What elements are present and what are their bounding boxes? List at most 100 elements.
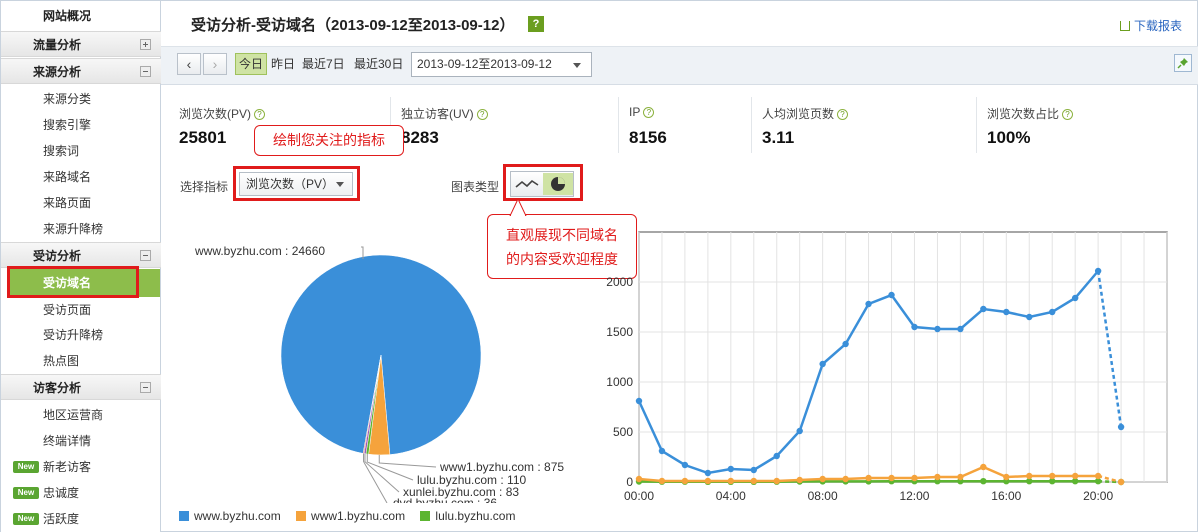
sidebar-section-visited[interactable]: 受访分析 <box>1 242 161 268</box>
data-point[interactable] <box>750 466 757 474</box>
data-point[interactable] <box>957 473 964 481</box>
data-point[interactable] <box>727 465 735 473</box>
sidebar-item-terminal[interactable]: 终端详情 <box>1 428 161 454</box>
sidebar-item-source-category[interactable]: 来源分类 <box>1 86 161 112</box>
data-point[interactable] <box>819 360 826 368</box>
period-yesterday[interactable]: 昨日 <box>268 53 298 75</box>
data-point[interactable] <box>980 478 987 485</box>
data-point[interactable] <box>934 325 941 333</box>
prev-date-button[interactable]: ‹ <box>177 53 201 75</box>
data-point[interactable] <box>1094 472 1102 480</box>
next-date-button[interactable]: › <box>203 53 227 75</box>
data-point[interactable] <box>888 474 895 482</box>
data-point[interactable] <box>727 477 735 485</box>
data-point[interactable] <box>796 427 803 435</box>
data-point[interactable] <box>819 475 826 483</box>
help-icon[interactable]: ? <box>254 109 266 120</box>
help-icon[interactable]: ? <box>1062 109 1074 120</box>
data-point[interactable] <box>704 477 712 485</box>
data-point[interactable] <box>750 477 757 485</box>
data-point[interactable] <box>1094 267 1102 275</box>
data-point[interactable] <box>1026 472 1033 480</box>
data-point[interactable] <box>1026 313 1033 321</box>
data-point[interactable] <box>865 474 872 482</box>
y-tick-label: 1500 <box>606 325 633 339</box>
collapse-icon[interactable] <box>140 66 151 77</box>
data-point[interactable] <box>911 474 918 482</box>
data-point[interactable] <box>773 477 780 485</box>
data-point[interactable] <box>1117 478 1125 486</box>
data-point[interactable] <box>957 325 964 333</box>
sidebar-item-overview[interactable]: 网站概况 <box>1 3 161 29</box>
data-point[interactable] <box>980 305 987 313</box>
data-point[interactable] <box>1049 308 1056 316</box>
sidebar-item-region[interactable]: 地区运营商 <box>1 402 161 428</box>
sidebar-item-referrer-page[interactable]: 来路页面 <box>1 190 161 216</box>
expand-icon[interactable] <box>140 39 151 50</box>
highlight-box <box>503 164 583 201</box>
data-point[interactable] <box>1071 294 1079 302</box>
data-point[interactable] <box>658 477 666 485</box>
data-point[interactable] <box>658 447 666 455</box>
download-label: 下载报表 <box>1133 19 1182 33</box>
period-last-30-days[interactable]: 最近30日 <box>351 53 406 75</box>
legend-item[interactable]: www1.byzhu.com <box>296 509 405 523</box>
pie-data-label: www.byzhu.com : 24660 <box>194 244 325 258</box>
x-tick-label: 20:00 <box>1083 489 1113 503</box>
data-point[interactable] <box>1071 472 1079 480</box>
data-point[interactable] <box>773 452 780 460</box>
period-today[interactable]: 今日 <box>235 53 268 75</box>
metric-uv: 独立访客(UV)? 8283 <box>391 97 619 153</box>
callout-pointer <box>509 199 527 216</box>
data-point[interactable] <box>911 323 918 331</box>
sidebar-item-visited-ranking[interactable]: 受访升降榜 <box>1 322 161 348</box>
legend-item[interactable]: lulu.byzhu.com <box>420 509 515 523</box>
sidebar-item-heatmap[interactable]: 热点图 <box>1 348 161 374</box>
help-icon[interactable]: ? <box>643 107 655 118</box>
data-point[interactable] <box>980 463 987 471</box>
sidebar-item-new-returning[interactable]: New 新老访客 <box>1 454 161 480</box>
data-point[interactable] <box>1049 472 1056 480</box>
collapse-icon[interactable] <box>140 250 151 261</box>
pin-button[interactable] <box>1174 54 1192 72</box>
sidebar-item-activity[interactable]: New 活跃度 <box>1 506 161 532</box>
help-icon[interactable]: ? <box>476 109 488 120</box>
download-report-link[interactable]: 下载报表 <box>1119 17 1182 34</box>
data-point[interactable] <box>681 461 689 469</box>
help-icon[interactable]: ? <box>837 109 849 120</box>
data-point[interactable] <box>1117 423 1125 431</box>
legend-item[interactable]: www.byzhu.com <box>179 509 281 523</box>
sidebar-item-source-ranking[interactable]: 来源升降榜 <box>1 216 161 242</box>
data-point[interactable] <box>1003 473 1010 481</box>
data-point[interactable] <box>888 291 895 299</box>
date-range-value: 2013-09-12至2013-09-12 <box>417 57 552 71</box>
data-point[interactable] <box>934 473 941 481</box>
period-last-7-days[interactable]: 最近7日 <box>299 53 348 75</box>
data-point[interactable] <box>865 300 872 308</box>
new-badge: New <box>13 513 39 525</box>
date-range-select[interactable]: 2013-09-12至2013-09-12 <box>411 52 592 77</box>
data-point[interactable] <box>635 397 643 405</box>
sidebar-item-visited-page[interactable]: 受访页面 <box>1 297 161 323</box>
sidebar-section-source[interactable]: 来源分析 <box>1 58 161 84</box>
metric-pages-per-visitor: 人均浏览页数? 3.11 <box>752 97 977 153</box>
pie-legend: www.byzhu.com www1.byzhu.com lulu.byzhu.… <box>179 509 527 523</box>
data-point[interactable] <box>704 469 712 477</box>
sidebar-item-referrer-domain[interactable]: 来路域名 <box>1 164 161 190</box>
sidebar-section-traffic[interactable]: 流量分析 <box>1 31 161 57</box>
metric-value: 8283 <box>401 128 439 147</box>
data-point[interactable] <box>796 476 803 484</box>
sidebar-item-search-engine[interactable]: 搜索引擎 <box>1 112 161 138</box>
data-point[interactable] <box>842 340 849 348</box>
sidebar-item-search-words[interactable]: 搜索词 <box>1 138 161 164</box>
sidebar-section-title: 受访分析 <box>33 249 82 263</box>
data-point[interactable] <box>1003 308 1010 316</box>
help-icon[interactable]: ? <box>528 16 544 32</box>
sidebar-section-visitor[interactable]: 访客分析 <box>1 374 161 400</box>
metric-label: 独立访客(UV)? <box>401 105 488 122</box>
data-point[interactable] <box>635 475 643 483</box>
collapse-icon[interactable] <box>140 382 151 393</box>
sidebar-item-loyalty[interactable]: New 忠诚度 <box>1 480 161 506</box>
data-point[interactable] <box>681 477 689 485</box>
data-point[interactable] <box>842 475 849 483</box>
